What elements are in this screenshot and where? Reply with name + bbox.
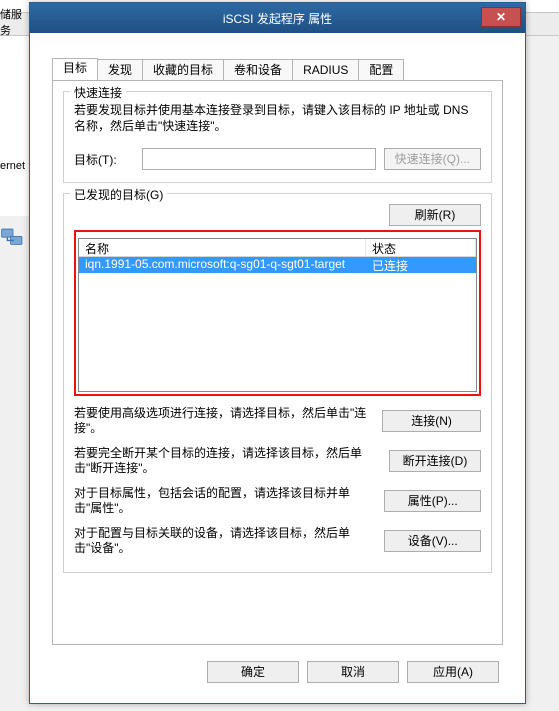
tab-volumes[interactable]: 卷和设备 bbox=[223, 59, 293, 81]
close-button[interactable]: ✕ bbox=[481, 7, 521, 27]
button-label: 应用(A) bbox=[433, 665, 473, 679]
network-icon bbox=[0, 226, 26, 250]
group-legend: 快速连接 bbox=[70, 84, 126, 101]
action-text: 若要完全断开某个目标的连接，请选择该目标，然后单击"断开连接"。 bbox=[74, 446, 381, 476]
action-text: 若要使用高级选项进行连接，请选择目标，然后单击"连接"。 bbox=[74, 406, 374, 436]
group-discovered: 已发现的目标(G) 刷新(R) 名称 状态 iqn.1991-05.com.mi… bbox=[63, 193, 492, 573]
button-label: 刷新(R) bbox=[415, 208, 456, 222]
list-header: 名称 状态 bbox=[79, 239, 476, 257]
quick-connect-desc: 若要发现目标并使用基本连接登录到目标，请键入该目标的 IP 地址或 DNS 名称… bbox=[74, 102, 481, 134]
button-label: 设备(V)... bbox=[408, 534, 458, 548]
tab-strip: 目标 发现 收藏的目标 卷和设备 RADIUS 配置 bbox=[52, 59, 403, 81]
target-label: 目标(T): bbox=[74, 151, 134, 168]
tab-discover[interactable]: 发现 bbox=[97, 59, 143, 81]
target-input[interactable] bbox=[142, 148, 376, 170]
quick-connect-button[interactable]: 快速连接(Q)... bbox=[384, 148, 481, 170]
action-text: 对于配置与目标关联的设备，请选择该目标，然后单击"设备"。 bbox=[74, 526, 376, 556]
tab-favorites[interactable]: 收藏的目标 bbox=[142, 59, 224, 81]
cell-name: iqn.1991-05.com.microsoft:q-sg01-q-sgt01… bbox=[79, 257, 366, 273]
tab-label: 目标 bbox=[63, 61, 87, 75]
ok-button[interactable]: 确定 bbox=[207, 661, 299, 683]
properties-button[interactable]: 属性(P)... bbox=[384, 490, 481, 512]
button-label: 快速连接(Q)... bbox=[395, 152, 470, 166]
iscsi-properties-window: iSCSI 发起程序 属性 ✕ 目标 发现 收藏的目标 卷和设备 RADIUS … bbox=[29, 2, 526, 704]
button-label: 连接(N) bbox=[411, 414, 452, 428]
action-properties: 对于目标属性，包括会话的配置，请选择该目标并单击"属性"。 属性(P)... bbox=[74, 486, 481, 516]
tab-label: 发现 bbox=[108, 63, 132, 77]
cancel-button[interactable]: 取消 bbox=[307, 661, 399, 683]
button-label: 断开连接(D) bbox=[403, 454, 468, 468]
connect-button[interactable]: 连接(N) bbox=[382, 410, 481, 432]
tab-label: 配置 bbox=[369, 63, 393, 77]
button-label: 确定 bbox=[241, 665, 265, 679]
titlebar[interactable]: iSCSI 发起程序 属性 ✕ bbox=[30, 3, 525, 33]
col-name[interactable]: 名称 bbox=[79, 239, 366, 256]
button-label: 属性(P)... bbox=[408, 494, 458, 508]
tab-radius[interactable]: RADIUS bbox=[292, 59, 359, 81]
disconnect-button[interactable]: 断开连接(D) bbox=[389, 450, 481, 472]
action-connect: 若要使用高级选项进行连接，请选择目标，然后单击"连接"。 连接(N) bbox=[74, 406, 481, 436]
table-row[interactable]: iqn.1991-05.com.microsoft:q-sg01-q-sgt01… bbox=[79, 257, 476, 273]
bg-text-ernet: ernet bbox=[0, 160, 25, 172]
window-title: iSCSI 发起程序 属性 bbox=[223, 10, 332, 27]
col-state[interactable]: 状态 bbox=[366, 239, 476, 256]
close-icon: ✕ bbox=[496, 10, 506, 24]
tab-label: 收藏的目标 bbox=[153, 63, 213, 77]
group-quick-connect: 快速连接 若要发现目标并使用基本连接登录到目标，请键入该目标的 IP 地址或 D… bbox=[63, 91, 492, 183]
targets-list[interactable]: 名称 状态 iqn.1991-05.com.microsoft:q-sg01-q… bbox=[78, 238, 477, 392]
refresh-button[interactable]: 刷新(R) bbox=[389, 204, 481, 226]
dialog-footer: 确定 取消 应用(A) bbox=[207, 661, 499, 683]
action-devices: 对于配置与目标关联的设备，请选择该目标，然后单击"设备"。 设备(V)... bbox=[74, 526, 481, 556]
action-text: 对于目标属性，包括会话的配置，请选择该目标并单击"属性"。 bbox=[74, 486, 376, 516]
action-disconnect: 若要完全断开某个目标的连接，请选择该目标，然后单击"断开连接"。 断开连接(D) bbox=[74, 446, 481, 476]
apply-button[interactable]: 应用(A) bbox=[407, 661, 499, 683]
devices-button[interactable]: 设备(V)... bbox=[384, 530, 481, 552]
button-label: 取消 bbox=[341, 665, 365, 679]
tab-label: 卷和设备 bbox=[234, 63, 282, 77]
tab-panel-target: 快速连接 若要发现目标并使用基本连接登录到目标，请键入该目标的 IP 地址或 D… bbox=[52, 80, 503, 645]
content-area: 目标 发现 收藏的目标 卷和设备 RADIUS 配置 快速连接 若要发现目标并使… bbox=[38, 41, 517, 695]
targets-highlight-box: 名称 状态 iqn.1991-05.com.microsoft:q-sg01-q… bbox=[74, 230, 481, 396]
tab-target[interactable]: 目标 bbox=[52, 58, 98, 80]
group-legend: 已发现的目标(G) bbox=[70, 186, 167, 203]
cell-state: 已连接 bbox=[366, 257, 476, 273]
tab-config[interactable]: 配置 bbox=[358, 59, 404, 81]
tab-label: RADIUS bbox=[303, 63, 348, 77]
bg-text-storage: 储服务 bbox=[0, 6, 30, 38]
